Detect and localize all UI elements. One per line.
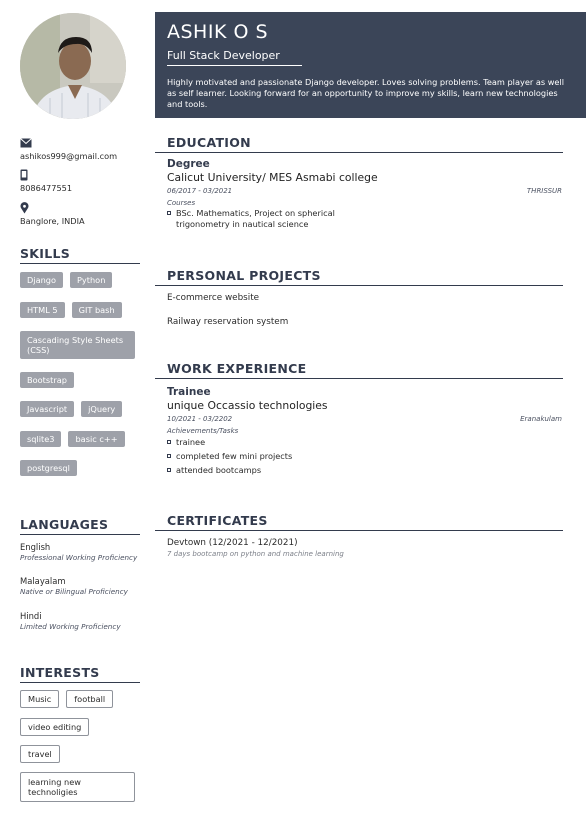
email-text: ashikos999@gmail.com [20,151,118,161]
interests-row: learning new technoligies [20,772,135,802]
task-text: attended bootcamps [176,465,262,475]
skill-chip: jQuery [81,401,123,417]
work-place: Eranakulam [520,415,562,423]
courses-label: Courses [167,199,196,207]
project-item: Railway reservation system [167,317,289,327]
course-text: BSc. Mathematics, Project on spherical t… [176,208,335,229]
skill-chip: Python [70,272,113,288]
contact-location: Banglore, INDIA [20,202,85,226]
skills-row: postgresql [20,460,77,476]
skill-chip: sqlite3 [20,431,62,447]
skill-chip: Django [20,272,63,288]
interest-chip: video editing [20,718,90,736]
phone-text: 8086477551 [20,183,73,193]
skill-chip: Bootstrap [20,372,74,388]
candidate-name: ASHIK O S [167,21,269,43]
candidate-role: Full Stack Developer [167,49,302,66]
skills-row: sqlite3 basic c++ [20,431,125,447]
project-item: E-commerce website [167,293,260,303]
education-dates: 06/2017 - 03/2021 [167,187,233,195]
language-name: Malayalam [20,576,66,586]
language-item: Hindi Limited Working Proficiency [20,611,121,632]
skill-chip: Cascading Style Sheets (CSS) [20,331,135,359]
language-item: Malayalam Native or Bilingual Proficienc… [20,576,128,597]
certificates-heading: CERTIFICATES [155,513,563,531]
envelope-icon [20,138,32,148]
task-text: completed few mini projects [176,451,293,461]
skills-row: Cascading Style Sheets (CSS) [20,331,135,359]
projects-heading: PERSONAL PROJECTS [155,268,563,286]
language-level: Limited Working Proficiency [20,622,121,631]
interests-row: Music football [20,690,114,708]
skills-row: Javascript jQuery [20,401,123,417]
interests-row: travel [20,745,60,763]
education-degree: Degree [167,158,210,170]
phone-icon [20,169,28,181]
work-position: Trainee [167,386,211,398]
work-meta: 10/2021 - 03/2202 Eranakulam [167,414,562,424]
contact-email: ashikos999@gmail.com [20,137,117,161]
interests-row: video editing [20,718,90,736]
profile-photo [20,13,126,119]
skills-row: HTML 5 GIT bash [20,302,122,318]
header-banner: ASHIK O S Full Stack Developer Highly mo… [155,12,586,118]
skills-row: Django Python [20,272,113,288]
profile-summary: Highly motivated and passionate Django d… [167,77,564,109]
language-name: English [20,542,51,552]
interests-heading: INTERESTS [20,665,140,683]
work-company: unique Occassio technologies [167,399,328,412]
interest-chip: football [66,690,114,708]
certificate-description: 7 days bootcamp on python and machine le… [167,550,344,558]
skill-chip: basic c++ [68,431,125,447]
task-text: trainee [176,437,206,447]
location-pin-icon [20,202,29,214]
skill-chip: HTML 5 [20,302,65,318]
task-item: completed few mini projects [167,451,562,462]
square-bullet-icon [167,211,171,215]
square-bullet-icon [167,440,171,444]
location-text: Banglore, INDIA [20,216,85,226]
education-heading: EDUCATION [155,135,563,153]
task-item: trainee [167,437,562,448]
square-bullet-icon [167,454,171,458]
certificate-name: Devtown (12/2021 - 12/2021) [167,538,298,548]
skill-chip: Javascript [20,401,75,417]
language-name: Hindi [20,611,42,621]
tasks-label: Achievements/Tasks [167,427,239,435]
interest-chip: travel [20,745,60,763]
education-meta: 06/2017 - 03/2021 THRISSUR [167,186,562,196]
work-heading: WORK EXPERIENCE [155,361,563,379]
square-bullet-icon [167,468,171,472]
work-entry: Trainee unique Occassio technologies 10/… [167,386,562,476]
skill-chip: GIT bash [71,302,122,318]
task-item: attended bootcamps [167,465,562,476]
skill-chip: postgresql [20,460,77,476]
skills-row: Bootstrap [20,372,74,388]
language-item: English Professional Working Proficiency [20,542,137,563]
contact-phone: 8086477551 [20,169,72,193]
language-level: Native or Bilingual Proficiency [20,587,128,596]
person-avatar-icon [20,13,126,119]
course-item: BSc. Mathematics, Project on spherical t… [167,208,347,230]
work-dates: 10/2021 - 03/2202 [167,415,233,423]
project-list: E-commerce website Railway reservation s… [167,292,562,328]
education-entry: Degree Calicut University/ MES Asmabi co… [167,158,562,230]
education-place: THRISSUR [526,187,562,195]
language-level: Professional Working Proficiency [20,553,138,562]
interest-chip: Music [20,690,60,708]
interest-chip: learning new technoligies [20,772,135,802]
certificate-entry: Devtown (12/2021 - 12/2021) 7 days bootc… [167,537,562,559]
education-institution: Calicut University/ MES Asmabi college [167,171,378,184]
languages-heading: LANGUAGES [20,517,140,535]
skills-heading: SKILLS [20,246,140,264]
